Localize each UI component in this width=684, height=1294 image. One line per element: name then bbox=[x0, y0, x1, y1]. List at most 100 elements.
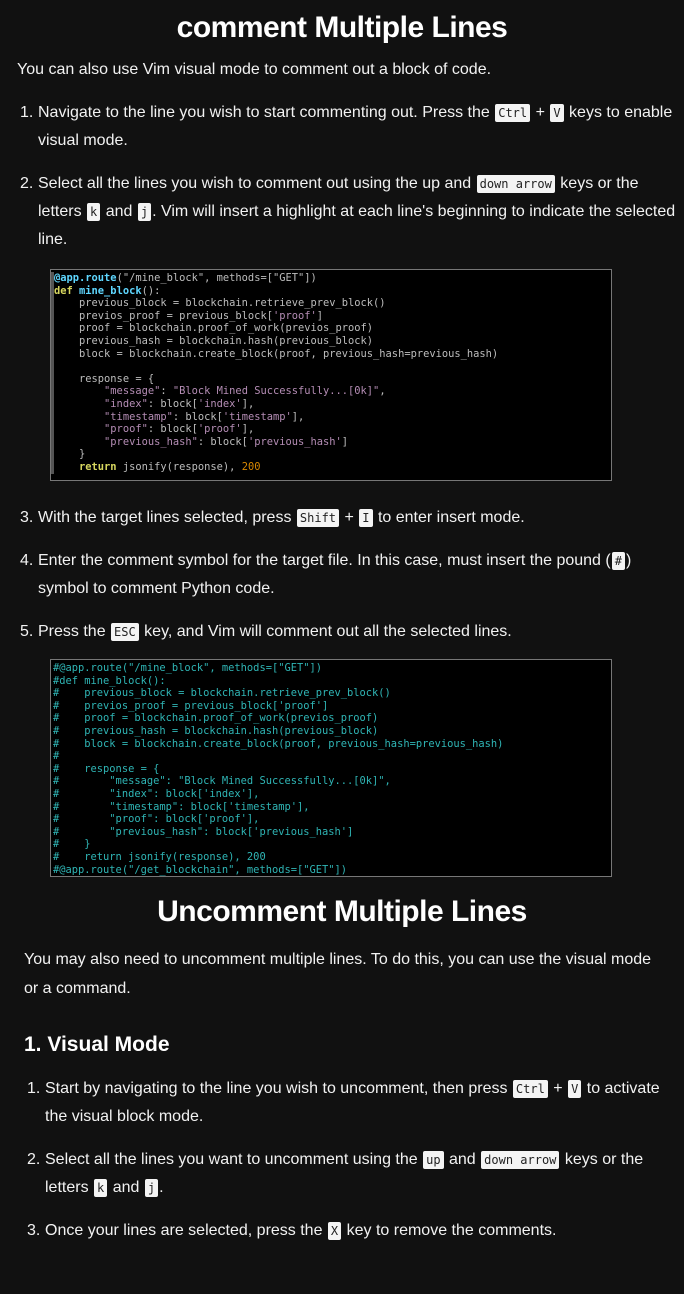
code-line: block = blockchain.create_block(proof, p… bbox=[51, 347, 611, 361]
step-text: and bbox=[101, 203, 137, 220]
step-text: Select all the lines you wish to comment… bbox=[38, 175, 476, 192]
intro-text: You can also use Vim visual mode to comm… bbox=[17, 61, 492, 78]
section-uncomment-multiple-lines: Uncomment Multiple Lines You may also ne… bbox=[0, 895, 684, 1245]
code-token: "proof" bbox=[104, 423, 148, 436]
list-item: 2. Select all the lines you wish to comme… bbox=[0, 170, 684, 254]
code-line: # block = blockchain.create_block(proof,… bbox=[53, 737, 504, 750]
code-token: ] bbox=[316, 309, 324, 322]
steps-list: 1. Start by navigating to the line you wi… bbox=[0, 1075, 684, 1245]
key-v: V bbox=[568, 1080, 582, 1098]
code-token: "previous_hash" bbox=[104, 435, 198, 448]
step-text: key, and Vim will comment out all the se… bbox=[139, 623, 512, 640]
list-number: 1. bbox=[27, 1080, 41, 1097]
code-token: ], bbox=[241, 423, 255, 436]
step-text: Press the bbox=[38, 623, 111, 640]
step-text: Select all the lines you want to uncomme… bbox=[45, 1151, 423, 1168]
key-k: k bbox=[94, 1179, 108, 1197]
code-line: @app.route("/mine_block", methods=["GET"… bbox=[51, 272, 611, 285]
code-token: "message" bbox=[104, 385, 161, 398]
step-text: Start by navigating to the line you wish… bbox=[45, 1080, 512, 1097]
step-text: and bbox=[108, 1179, 144, 1196]
code-line: # previos_proof = previous_block['proof'… bbox=[53, 699, 329, 712]
code-token: 'proof' bbox=[272, 309, 317, 322]
list-number: 3. bbox=[27, 1222, 41, 1239]
code-token: "index" bbox=[104, 397, 148, 410]
code-token: , bbox=[379, 385, 386, 398]
code-line: # "proof": block['proof'], bbox=[53, 813, 260, 826]
list-number: 1. bbox=[20, 104, 34, 121]
code-screenshot-after: #@app.route("/mine_block", methods=["GET… bbox=[50, 659, 612, 877]
key-ctrl: Ctrl bbox=[512, 1080, 548, 1098]
code-line: return jsonify(response), 200 bbox=[51, 460, 611, 474]
code-line: proof = blockchain.proof_of_work(previos… bbox=[51, 322, 611, 335]
list-item: 1. Navigate to the line you wish to start… bbox=[0, 99, 684, 155]
code-line: #@app.route("/get_blockchain", methods=[… bbox=[53, 863, 348, 876]
key-v: V bbox=[550, 104, 564, 122]
code-token: : block[ bbox=[197, 435, 248, 448]
code-line: # "message": "Block Mined Successfully..… bbox=[53, 775, 391, 788]
code-line: previos_proof = previous_block['proof'] bbox=[51, 309, 611, 323]
code-token: } bbox=[54, 448, 86, 461]
key-shift: Shift bbox=[296, 509, 340, 527]
code-line: "message": "Block Mined Successfully...[… bbox=[51, 385, 611, 398]
code-token: ] bbox=[341, 435, 349, 448]
key-: # bbox=[611, 552, 625, 570]
code-screenshot-before: @app.route("/mine_block", methods=["GET"… bbox=[50, 269, 612, 481]
list-item: 1. Start by navigating to the line you wi… bbox=[0, 1075, 684, 1131]
list-item: 3. Once your lines are selected, press th… bbox=[0, 1217, 684, 1245]
step-text: Enter the comment symbol for the target … bbox=[38, 552, 611, 569]
step-text: and bbox=[444, 1151, 481, 1168]
code-line: #@app.route("/mine_block", methods=["GET… bbox=[53, 662, 322, 674]
list-item: 4. Enter the comment symbol for the targe… bbox=[0, 547, 684, 603]
list-number: 2. bbox=[20, 175, 34, 192]
code-token: proof = blockchain.proof_of_work(previos… bbox=[54, 322, 374, 335]
step-text: With the target lines selected, press bbox=[38, 509, 296, 526]
code-token: ], bbox=[241, 397, 255, 410]
code-token: @app.route bbox=[54, 272, 117, 284]
code-token: 'previous_hash' bbox=[247, 435, 342, 448]
code-token: response = { bbox=[54, 372, 155, 385]
code-token: ], bbox=[291, 410, 305, 423]
steps-list: 3. With the target lines selected, press … bbox=[0, 504, 684, 646]
code-line bbox=[51, 360, 611, 373]
list-number: 2. bbox=[27, 1151, 41, 1168]
code-token: (): bbox=[141, 284, 161, 297]
code-token: "Block Mined Successfully...[0k]" bbox=[172, 385, 380, 398]
list-number: 3. bbox=[20, 509, 34, 526]
code-line: def mine_block(): bbox=[51, 284, 611, 298]
step-text: + bbox=[340, 509, 359, 526]
list-number: 4. bbox=[20, 552, 34, 569]
code-line: "timestamp": block['timestamp'], bbox=[51, 410, 611, 424]
code-line: "index": block['index'], bbox=[51, 397, 611, 411]
code-line: # "index": block['index'], bbox=[53, 787, 260, 800]
code-line: # bbox=[53, 750, 60, 763]
code-line: # response = { bbox=[53, 762, 160, 775]
code-token: : block[ bbox=[147, 423, 198, 436]
code-line: # proof = blockchain.proof_of_work(previ… bbox=[53, 712, 379, 725]
code-token: : block[ bbox=[172, 410, 223, 423]
code-line: } bbox=[51, 448, 611, 461]
code-token: 'timestamp' bbox=[222, 410, 292, 423]
section-title: Uncomment Multiple Lines bbox=[157, 895, 527, 928]
list-number: 5. bbox=[20, 623, 34, 640]
code-token: : block[ bbox=[147, 397, 198, 410]
step-text: + bbox=[531, 104, 550, 121]
code-token: 'proof' bbox=[197, 423, 242, 436]
code-line: # "timestamp": block['timestamp'], bbox=[53, 800, 310, 813]
code-line: # } bbox=[53, 838, 91, 851]
key-j: j bbox=[137, 203, 152, 221]
steps-list: 1. Navigate to the line you wish to start… bbox=[0, 99, 684, 254]
code-line: # return jsonify(response), 200 bbox=[53, 850, 266, 863]
code-line: previous_block = blockchain.retrieve_pre… bbox=[51, 297, 611, 310]
subheading: 1. Visual Mode bbox=[24, 1033, 170, 1056]
code-token: return bbox=[79, 460, 123, 473]
code-line: "proof": block['proof'], bbox=[51, 423, 611, 436]
step-text: Navigate to the line you wish to start c… bbox=[38, 104, 495, 121]
step-text: + bbox=[548, 1080, 568, 1097]
code-token: mine_block bbox=[79, 284, 142, 297]
code-line: # "previous_hash": block['previous_hash'… bbox=[53, 825, 354, 838]
step-text: Once your lines are selected, press the bbox=[45, 1222, 327, 1239]
